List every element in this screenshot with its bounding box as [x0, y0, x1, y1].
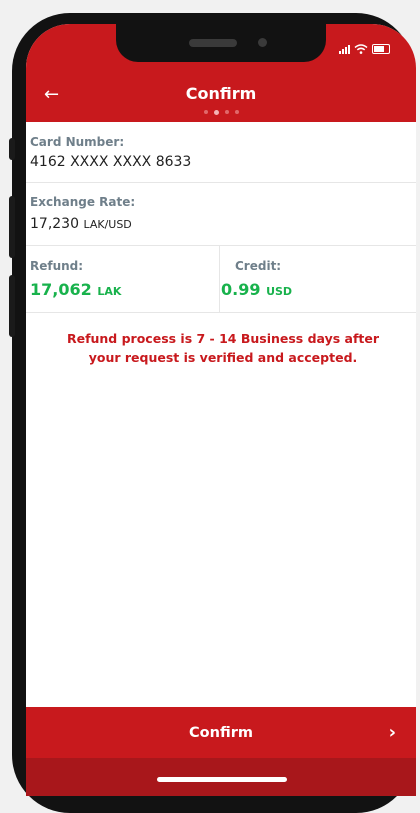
- exchange-rate-value: 17,230 LAK/USD: [30, 216, 132, 232]
- refund-amount: 17,062: [30, 280, 92, 299]
- speaker-grille: [189, 39, 237, 47]
- refund-notice: Refund process is 7 - 14 Business days a…: [66, 331, 380, 365]
- device-notch: [116, 24, 326, 62]
- battery-icon: [372, 44, 390, 54]
- credit-unit: USD: [266, 285, 293, 298]
- volume-up-button: [9, 196, 15, 258]
- refund-value: 17,062 LAK: [30, 280, 121, 299]
- pager-dot-active: [213, 109, 219, 115]
- confirm-button[interactable]: Confirm ›: [26, 707, 416, 758]
- home-indicator-area: [26, 758, 416, 796]
- credit-amount: 0.99: [221, 280, 261, 299]
- refund-label: Refund:: [30, 259, 84, 273]
- card-number-label: Card Number:: [30, 135, 125, 149]
- credit-label: Credit:: [235, 259, 282, 273]
- status-bar: [339, 44, 390, 54]
- exchange-rate-label: Exchange Rate:: [30, 195, 136, 209]
- credit-cell: Credit: 0.99 USD: [221, 246, 411, 312]
- refund-unit: LAK: [97, 285, 122, 298]
- pager-dot: [234, 110, 239, 114]
- card-number-row: Card Number: 4162 XXXX XXXX 8633: [26, 122, 416, 183]
- pager-dots: [26, 109, 416, 115]
- refund-credit-row: Refund: 17,062 LAK Credit: 0.99 USD: [26, 246, 416, 313]
- pager-dot: [224, 110, 229, 114]
- refund-cell: Refund: 17,062 LAK: [26, 246, 220, 312]
- card-number-value: 4162 XXXX XXXX 8633: [30, 154, 192, 170]
- exchange-rate-row: Exchange Rate: 17,230 LAK/USD: [26, 183, 416, 246]
- app-header: ← Confirm: [26, 24, 416, 122]
- silent-switch: [9, 138, 15, 160]
- page-title: Confirm: [185, 84, 257, 103]
- wifi-icon: [354, 44, 368, 54]
- app-screen: ← Confirm Card Number: 4162 XXXX XXXX 86…: [26, 24, 416, 796]
- chevron-right-icon: ›: [388, 722, 396, 743]
- exchange-rate-unit: LAK/USD: [83, 218, 132, 231]
- confirm-button-label: Confirm: [189, 724, 253, 741]
- volume-down-button: [9, 275, 15, 337]
- signal-icon: [339, 44, 350, 54]
- home-indicator[interactable]: [157, 777, 287, 782]
- pager-dot: [203, 110, 208, 114]
- front-camera: [258, 38, 267, 47]
- credit-value: 0.99 USD: [221, 280, 292, 299]
- exchange-rate-amount: 17,230: [30, 216, 79, 232]
